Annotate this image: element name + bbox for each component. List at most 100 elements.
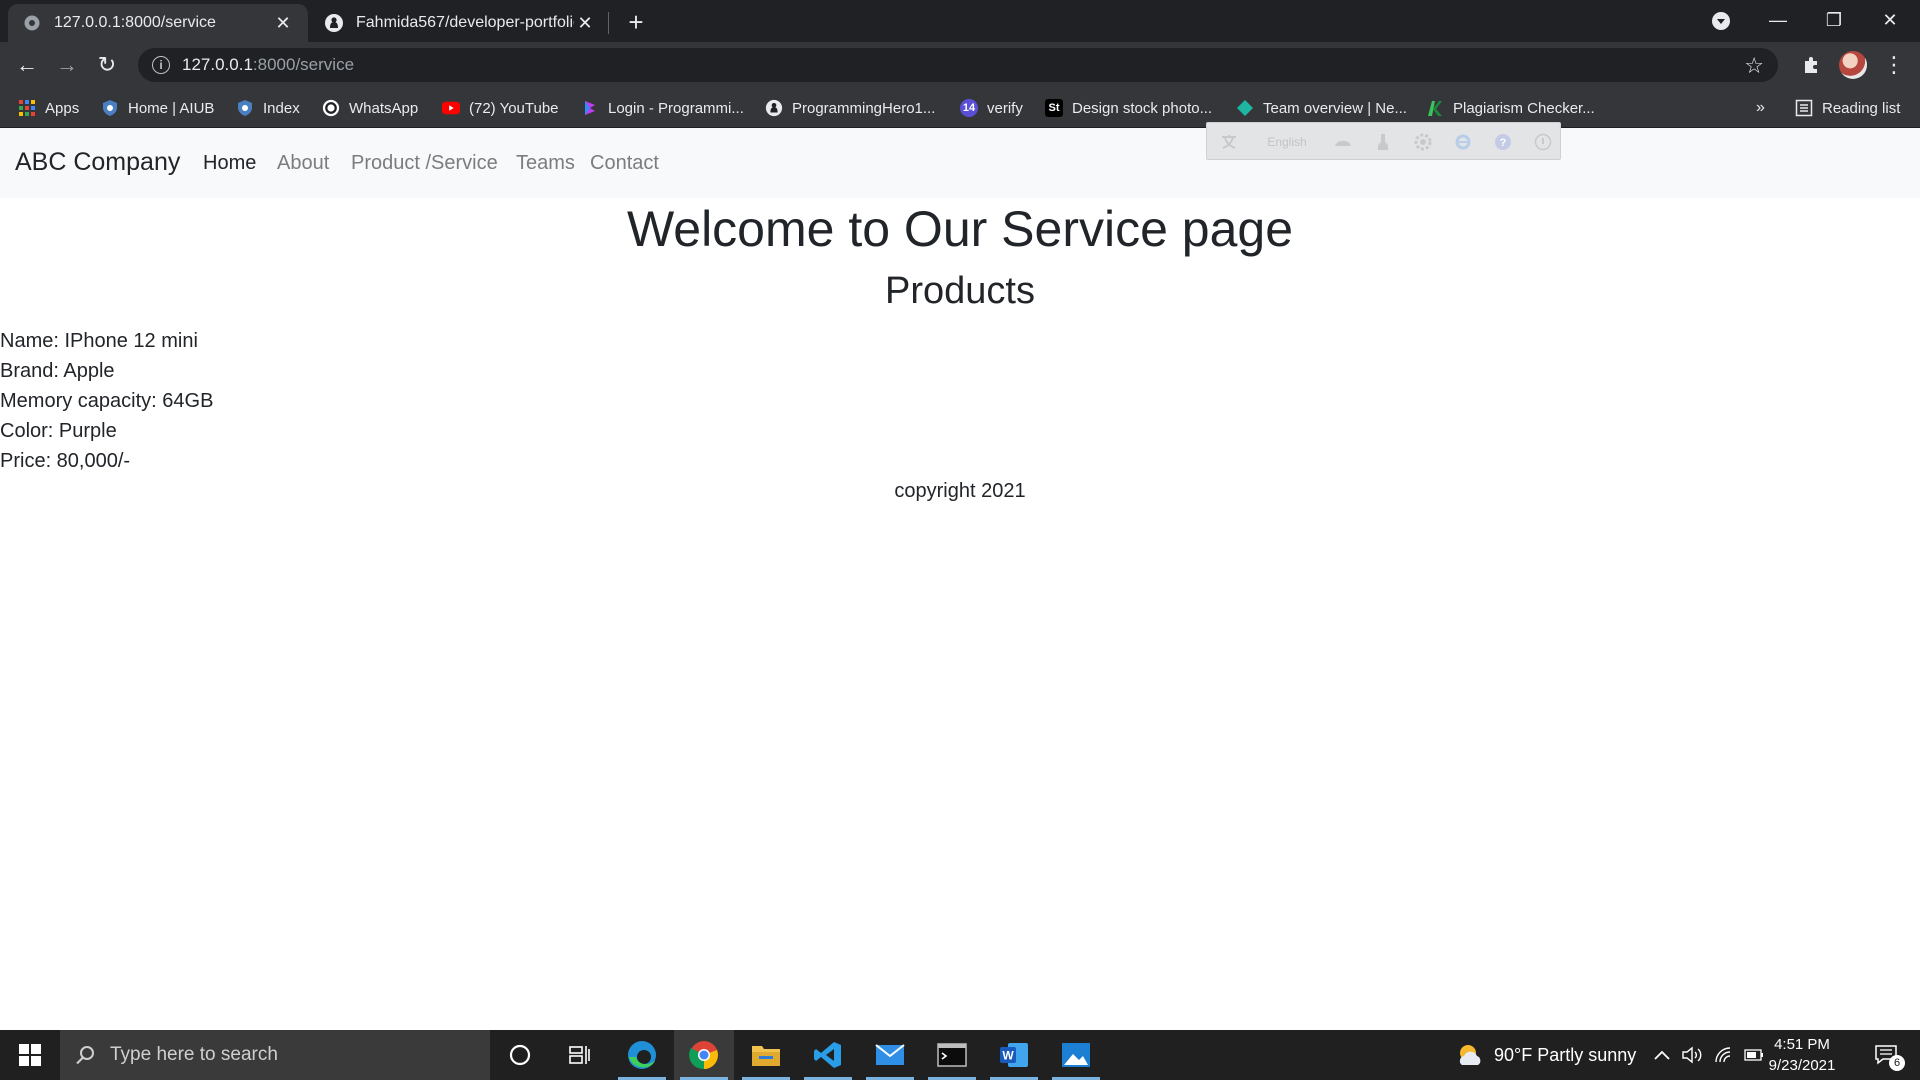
- bookmarks-overflow-button[interactable]: »: [1756, 96, 1765, 120]
- info-icon[interactable]: i: [152, 56, 170, 74]
- windows-taskbar: Type here to search W 90°F Partly sunny …: [0, 1030, 1920, 1080]
- network-button[interactable]: [1714, 1030, 1734, 1080]
- photos-button[interactable]: [1046, 1030, 1106, 1080]
- cortana-button[interactable]: [490, 1030, 550, 1080]
- reading-list-button[interactable]: Reading list: [1795, 96, 1900, 120]
- reading-list-label: Reading list: [1822, 99, 1901, 117]
- tab-separator: [608, 12, 609, 34]
- minimize-button[interactable]: —: [1750, 0, 1806, 40]
- translator-toolbar: English ?: [1206, 122, 1561, 160]
- cortana-icon: [509, 1044, 531, 1066]
- mail-icon: [875, 1044, 905, 1066]
- close-icon[interactable]: ✕: [272, 12, 294, 34]
- address-bar[interactable]: i 127.0.0.1 :8000/service ☆: [138, 48, 1778, 82]
- word-button[interactable]: W: [984, 1030, 1044, 1080]
- weather-widget[interactable]: 90°F Partly sunny: [1456, 1030, 1636, 1080]
- speaker-icon[interactable]: [1332, 133, 1354, 151]
- brush-icon[interactable]: [1373, 133, 1393, 151]
- bookmark-apps[interactable]: Apps: [18, 96, 79, 120]
- bookmark-programminghero-github[interactable]: ProgrammingHero1...: [765, 96, 935, 120]
- github-icon: [324, 13, 344, 33]
- file-explorer-button[interactable]: [736, 1030, 796, 1080]
- search-placeholder: Type here to search: [110, 1044, 278, 1065]
- bookmark-label: Login - Programmi...: [608, 99, 744, 117]
- github-icon: [765, 99, 783, 117]
- tab-title: Fahmida567/developer-portfolio: [356, 14, 574, 31]
- new-tab-button[interactable]: +: [622, 8, 650, 36]
- translate-logo-icon[interactable]: [1219, 133, 1239, 151]
- bookmark-label: (72) YouTube: [469, 99, 559, 117]
- file-explorer-icon: [751, 1042, 781, 1068]
- close-icon[interactable]: ✕: [574, 12, 596, 34]
- bookmark-programming-hero-login[interactable]: Login - Programmi...: [581, 96, 744, 120]
- bookmark-home-aiub[interactable]: Home | AIUB: [101, 96, 214, 120]
- product-brand: Brand: Apple: [0, 360, 115, 382]
- bookmark-label: Index: [263, 99, 300, 117]
- browser-toolbar: ← → ↻ i 127.0.0.1 :8000/service ☆ ⋮: [0, 42, 1920, 88]
- taskbar-search[interactable]: Type here to search: [60, 1030, 490, 1080]
- language-select[interactable]: English: [1257, 133, 1317, 151]
- show-hidden-icons-button[interactable]: [1654, 1030, 1670, 1080]
- partly-sunny-icon: [1456, 1043, 1484, 1067]
- language-label: English: [1267, 135, 1307, 149]
- plagiarism-icon: [1426, 99, 1444, 117]
- action-center-button[interactable]: 6: [1866, 1030, 1906, 1080]
- reload-button[interactable]: ↻: [92, 50, 122, 80]
- nav-contact[interactable]: Contact: [590, 152, 659, 175]
- edge-button[interactable]: [612, 1030, 672, 1080]
- bookmark-youtube[interactable]: (72) YouTube: [442, 96, 559, 120]
- brand-link[interactable]: ABC Company: [15, 148, 180, 177]
- search-icon: [74, 1044, 96, 1066]
- nav-product-service[interactable]: Product /Service: [351, 152, 498, 175]
- profile-button[interactable]: [1838, 50, 1868, 80]
- avatar: [1839, 51, 1867, 79]
- restore-button[interactable]: ❐: [1806, 0, 1862, 40]
- help-icon[interactable]: ?: [1493, 133, 1513, 151]
- bookmark-plagiarism-checker[interactable]: Plagiarism Checker...: [1426, 96, 1595, 120]
- volume-button[interactable]: [1682, 1030, 1704, 1080]
- vscode-button[interactable]: [798, 1030, 858, 1080]
- nav-home[interactable]: Home: [203, 152, 256, 175]
- menu-button[interactable]: ⋮: [1879, 50, 1909, 80]
- gear-icon[interactable]: [1413, 133, 1433, 151]
- verify-icon: 14: [960, 99, 978, 117]
- bookmark-index[interactable]: Index: [236, 96, 300, 120]
- bookmark-whatsapp[interactable]: WhatsApp: [322, 96, 418, 120]
- tab-title: 127.0.0.1:8000/service: [54, 14, 216, 31]
- nav-about[interactable]: About: [277, 152, 329, 175]
- weather-text: 90°F Partly sunny: [1494, 1044, 1637, 1065]
- bookmark-verify[interactable]: 14 verify: [960, 96, 1023, 120]
- puzzle-icon: [1802, 55, 1822, 75]
- arrow-left-icon: ←: [16, 52, 38, 77]
- wifi-icon: [1714, 1046, 1734, 1064]
- programming-hero-icon: [581, 99, 599, 117]
- bookmark-design-stock-photo[interactable]: St Design stock photo...: [1045, 96, 1212, 120]
- terminal-icon: [937, 1043, 967, 1067]
- more-vert-icon: ⋮: [1883, 52, 1905, 77]
- back-button[interactable]: ←: [12, 50, 42, 80]
- bookmark-label: Team overview | Ne...: [1263, 99, 1407, 117]
- close-window-button[interactable]: ✕: [1862, 0, 1918, 40]
- chrome-icon: [689, 1040, 719, 1070]
- chrome-button[interactable]: [674, 1030, 734, 1080]
- system-clock[interactable]: 4:51 PM 9/23/2021: [1758, 1034, 1846, 1076]
- tab-search-icon[interactable]: [1710, 10, 1732, 32]
- speaker-volume-icon: [1682, 1046, 1704, 1064]
- forward-button[interactable]: →: [52, 50, 82, 80]
- task-view-button[interactable]: [550, 1030, 610, 1080]
- bookmark-team-overview[interactable]: Team overview | Ne...: [1236, 96, 1407, 120]
- nav-teams[interactable]: Teams: [516, 152, 575, 175]
- bookmark-star-icon[interactable]: ☆: [1744, 53, 1764, 79]
- ie-icon[interactable]: [1453, 133, 1473, 151]
- whatsapp-icon: [322, 99, 340, 117]
- extensions-button[interactable]: [1797, 50, 1827, 80]
- info-circle-icon[interactable]: [1533, 133, 1553, 151]
- terminal-button[interactable]: [922, 1030, 982, 1080]
- browser-tab-strip: 127.0.0.1:8000/service ✕ Fahmida567/deve…: [0, 0, 1920, 42]
- tab-service[interactable]: 127.0.0.1:8000/service ✕: [8, 4, 308, 42]
- start-button[interactable]: [0, 1030, 60, 1080]
- mail-button[interactable]: [860, 1030, 920, 1080]
- reload-icon: ↻: [97, 52, 117, 77]
- tab-github[interactable]: Fahmida567/developer-portfolio ✕: [310, 4, 610, 42]
- bookmark-label: Apps: [45, 99, 80, 117]
